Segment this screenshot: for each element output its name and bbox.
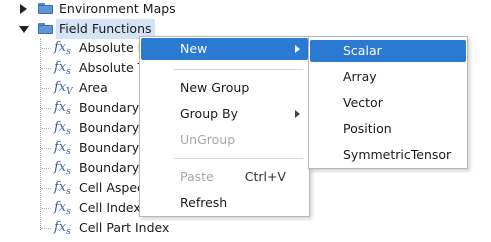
submenu-new: Scalar Array Vector Position SymmetricTe… — [308, 36, 468, 169]
menu-item-group-by[interactable]: Group By — [141, 103, 308, 125]
tree-item-field-function[interactable]: fxs Boundary — [0, 158, 150, 178]
context-menu: New New Group Group By UnGroup Paste Ctr… — [139, 36, 310, 217]
submenu-arrow-icon — [295, 110, 300, 118]
menu-item-refresh[interactable]: Refresh — [141, 192, 308, 214]
tree-item-field-function[interactable]: fxs Boundary — [0, 118, 150, 138]
tree-item-label: Cell Aspec — [79, 180, 144, 195]
tree-item-label: Cell Index — [79, 200, 141, 215]
submenu-item-scalar[interactable]: Scalar — [310, 40, 466, 62]
menu-item-label: Paste — [180, 169, 214, 184]
tree-item-label: Boundary — [79, 120, 140, 135]
tree-item-field-function[interactable]: fxs Absolute I — [0, 38, 150, 58]
menu-item-label: Scalar — [343, 43, 382, 58]
tree-item-field-function[interactable]: fxs Cell Index — [0, 198, 150, 218]
folder-icon — [38, 23, 53, 34]
tree-item-field-function[interactable]: fxV Area — [0, 78, 150, 98]
tree-item-label: Cell Part Index — [79, 220, 170, 235]
collapse-arrow-icon[interactable] — [19, 26, 29, 33]
tree-item-field-function[interactable]: fxs Cell Aspec — [0, 178, 150, 198]
submenu-item-vector[interactable]: Vector — [310, 92, 466, 114]
menu-item-label: Position — [343, 121, 392, 136]
tree-item-environment-maps[interactable]: Environment Maps — [0, 0, 300, 19]
menu-separator — [174, 158, 303, 159]
expand-arrow-icon[interactable] — [20, 4, 27, 14]
menu-item-shortcut: Ctrl+V — [244, 169, 286, 184]
submenu-item-position[interactable]: Position — [310, 118, 466, 140]
submenu-item-array[interactable]: Array — [310, 66, 466, 88]
tree-item-field-function[interactable]: fxs Cell Part Index — [0, 218, 200, 238]
submenu-item-symmetric-tensor[interactable]: SymmetricTensor — [310, 144, 466, 166]
menu-item-label: UnGroup — [180, 132, 236, 147]
tree-item-label: Environment Maps — [59, 1, 176, 16]
menu-item-label: Array — [343, 69, 377, 84]
tree-item-field-function[interactable]: fxs Absolute T — [0, 58, 150, 78]
field-function-icon: fxs — [54, 220, 71, 237]
menu-item-paste: Paste Ctrl+V — [141, 166, 308, 188]
menu-item-label: Group By — [180, 106, 239, 121]
tree-item-label: Boundary — [79, 100, 140, 115]
tree-item-label: Absolute I — [79, 40, 142, 55]
menu-item-ungroup: UnGroup — [141, 129, 308, 151]
submenu-arrow-icon — [295, 45, 300, 53]
menu-item-label: New — [180, 41, 208, 56]
menu-item-new[interactable]: New — [141, 38, 308, 60]
menu-item-label: Refresh — [180, 195, 228, 210]
tree-item-label: Boundary — [79, 140, 140, 155]
tree-item-field-function[interactable]: fxs Boundary — [0, 98, 150, 118]
tree-item-label: Boundary — [79, 160, 140, 175]
tree-item-label: Area — [79, 80, 108, 95]
tree-item-field-function[interactable]: fxs Boundary — [0, 138, 150, 158]
menu-item-label: SymmetricTensor — [343, 147, 452, 162]
folder-icon — [38, 3, 53, 14]
menu-item-label: New Group — [180, 80, 250, 95]
menu-separator — [174, 69, 303, 70]
menu-item-label: Vector — [343, 95, 383, 110]
menu-item-new-group[interactable]: New Group — [141, 77, 308, 99]
tree-item-label: Absolute T — [79, 60, 146, 75]
